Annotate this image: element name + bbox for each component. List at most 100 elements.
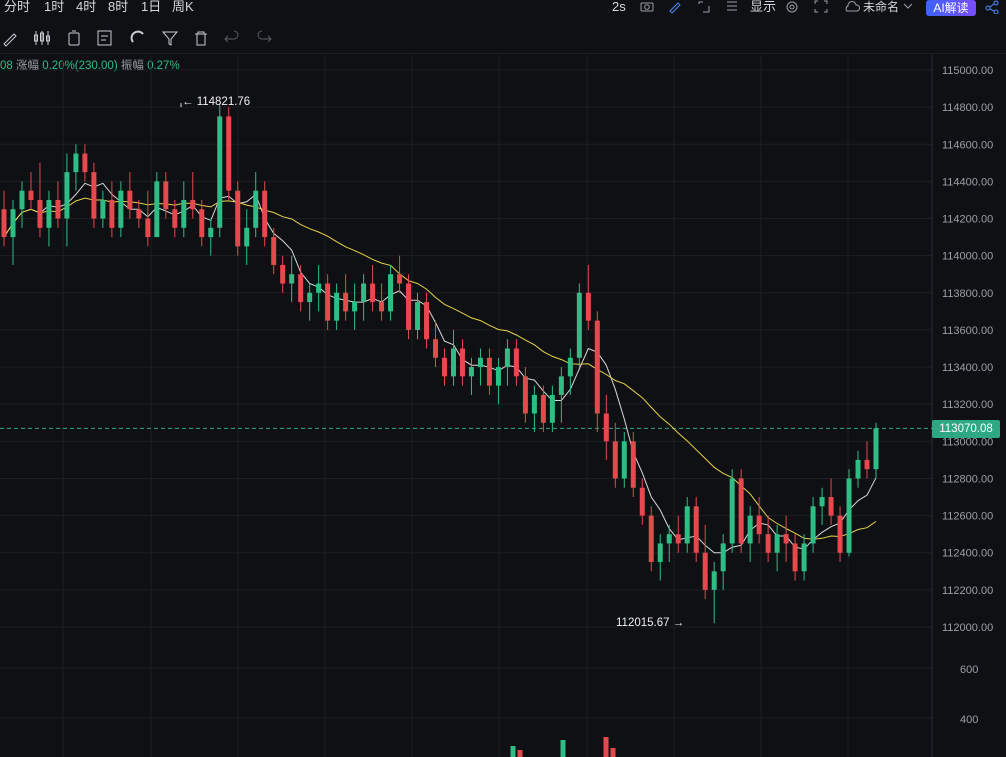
candle-body <box>738 478 744 544</box>
candle-body <box>783 534 789 544</box>
price-tick-label: 112200.00 <box>942 585 993 597</box>
candle-body <box>459 348 465 377</box>
candle-body <box>873 428 879 470</box>
edit-icon[interactable] <box>95 28 115 48</box>
timeframe-tab[interactable]: 1时 <box>44 0 64 14</box>
candle-body <box>91 172 97 219</box>
trash-icon[interactable] <box>191 28 211 48</box>
moving-average-line <box>3 182 877 554</box>
candle-body <box>792 543 798 572</box>
candle-body <box>441 357 447 377</box>
chevron-down-icon[interactable] <box>903 2 913 10</box>
timeframe-tab[interactable]: 周K <box>172 0 194 14</box>
candle-body <box>837 515 843 553</box>
candle-body <box>585 292 591 321</box>
candle-body <box>846 478 852 553</box>
settings-icon[interactable] <box>785 0 799 13</box>
candle-body <box>181 199 187 228</box>
candle-body <box>289 274 295 284</box>
timeframe-tab[interactable]: 1日 <box>141 0 161 14</box>
filter-icon[interactable] <box>160 28 180 48</box>
pen-icon[interactable] <box>0 28 20 48</box>
candle-body <box>864 459 870 470</box>
candle-body <box>19 190 25 210</box>
candle-body <box>55 199 61 219</box>
cloud-icon[interactable] <box>843 0 861 13</box>
volume-bars <box>510 737 616 757</box>
candle-body <box>720 543 726 572</box>
list-icon[interactable] <box>725 0 739 13</box>
ai-analysis-button[interactable]: AI解读 <box>926 0 976 16</box>
candle-body <box>558 376 564 395</box>
price-tick-label: 114800.00 <box>942 102 993 114</box>
moving-average-line <box>3 197 877 540</box>
candle-body <box>531 394 537 414</box>
candle-body <box>163 181 169 210</box>
candle-body <box>855 459 861 479</box>
candle-body <box>46 199 52 228</box>
candle-body <box>127 190 133 210</box>
candle-body <box>235 190 241 247</box>
undo-icon[interactable] <box>222 28 242 48</box>
candle-body <box>82 153 88 173</box>
candle-body <box>217 116 223 228</box>
candle-body <box>657 543 663 563</box>
draw-icon[interactable] <box>668 0 682 13</box>
price-tick-label: 115000.00 <box>942 65 993 77</box>
price-tick-label: 112400.00 <box>942 548 993 560</box>
timeframe-tab[interactable]: 4时 <box>76 0 96 14</box>
redo-icon[interactable] <box>254 28 274 48</box>
candle-body <box>190 199 196 210</box>
candle-body <box>756 515 762 535</box>
timeframe-tab[interactable]: 8时 <box>108 0 128 14</box>
drawing-toolbar <box>0 24 1006 54</box>
timeframe-tab[interactable]: 分时 <box>4 0 30 14</box>
candle-body <box>253 190 259 228</box>
candle-body <box>540 394 546 423</box>
candle-body <box>747 515 753 544</box>
candlestick-chart[interactable]: 115000.00 114800.00 114600.00 114400.00 1142… <box>0 55 1006 757</box>
volume-tick-label: 600 <box>960 664 978 676</box>
candle-body <box>28 190 34 200</box>
candle-body <box>388 274 394 312</box>
expand-icon[interactable] <box>814 0 828 13</box>
interval-selector[interactable]: 2s <box>612 0 626 14</box>
candle-body <box>280 264 286 284</box>
magnet-icon[interactable] <box>128 28 148 48</box>
current-price-tag: 113070.08 <box>932 420 1000 438</box>
candle-body <box>567 357 573 377</box>
candle-body <box>172 209 178 228</box>
candle-body <box>136 209 142 219</box>
candle-body <box>145 218 151 238</box>
candle-body <box>477 357 483 368</box>
candle-body <box>307 292 313 303</box>
candle-body <box>801 543 807 572</box>
candle-body <box>522 376 528 414</box>
volume-bar <box>603 737 609 757</box>
candle-body <box>765 534 771 553</box>
fullscreen-icon[interactable] <box>697 0 711 13</box>
candle-body <box>370 283 376 303</box>
layout-name[interactable]: 未命名 <box>863 0 899 14</box>
price-tick-label: 113800.00 <box>942 288 993 300</box>
candle-body <box>244 227 250 247</box>
timer-icon[interactable] <box>64 28 84 48</box>
candle-body <box>109 199 115 228</box>
candle-body <box>415 302 421 330</box>
candle-body <box>603 413 609 442</box>
candle-body <box>226 116 232 191</box>
candle-body <box>819 497 825 507</box>
price-tick-label: 113000.00 <box>942 436 993 448</box>
candle-body <box>406 283 412 330</box>
price-tick-label: 114200.00 <box>942 214 993 226</box>
candle-body <box>37 199 43 228</box>
candle-body <box>361 283 367 303</box>
price-tick-label: 113400.00 <box>942 362 993 374</box>
candle-body <box>639 487 645 516</box>
candle-body <box>648 515 654 563</box>
share-icon[interactable] <box>984 0 1000 14</box>
candle-body <box>450 348 456 377</box>
camera-icon[interactable] <box>640 0 654 12</box>
display-button[interactable]: 显示 <box>750 0 776 14</box>
candle-style-icon[interactable] <box>32 28 52 48</box>
